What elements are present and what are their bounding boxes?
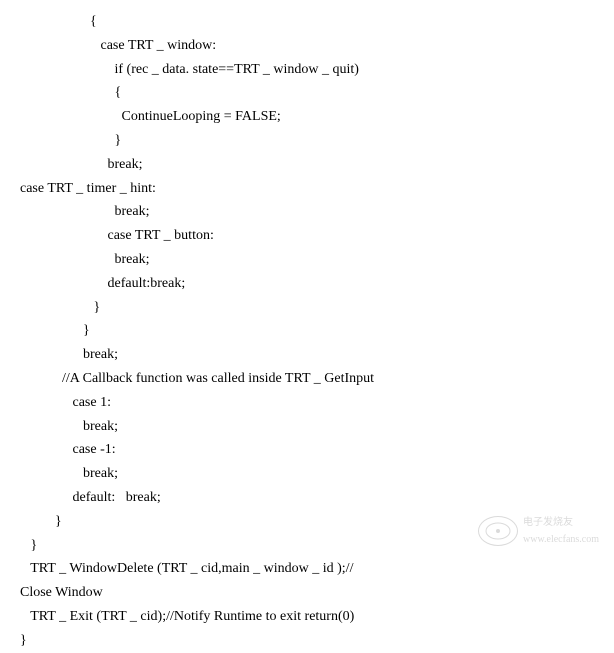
code-line: if (rec _ data. state==TRT _ window _ qu… — [20, 58, 594, 82]
code-line: break; — [20, 415, 594, 439]
code-line: case TRT _ timer _ hint: — [20, 177, 594, 201]
watermark-text: 电子发烧友 www.elecfans.com — [523, 514, 599, 548]
code-line: ContinueLooping = FALSE; — [20, 105, 594, 129]
code-line: break; — [20, 343, 594, 367]
watermark-line1: 电子发烧友 — [523, 514, 599, 531]
code-line: { — [20, 10, 594, 34]
code-line: break; — [20, 248, 594, 272]
code-line: case TRT _ button: — [20, 224, 594, 248]
code-line: TRT _ Exit (TRT _ cid);//Notify Runtime … — [20, 605, 594, 629]
code-line: } — [20, 629, 594, 653]
watermark-line2: www.elecfans.com — [523, 531, 599, 548]
code-line: } — [20, 319, 594, 343]
code-line: { — [20, 81, 594, 105]
code-block: { case TRT _ window: if (rec _ data. sta… — [20, 10, 594, 653]
code-line: default:break; — [20, 272, 594, 296]
code-line: case -1: — [20, 438, 594, 462]
code-line: case 1: — [20, 391, 594, 415]
watermark-logo-icon — [478, 516, 518, 546]
code-line: case TRT _ window: — [20, 34, 594, 58]
code-line: break; — [20, 200, 594, 224]
code-line: Close Window — [20, 581, 594, 605]
code-line: } — [20, 129, 594, 153]
code-line: default: break; — [20, 486, 594, 510]
code-line: //A Callback function was called inside … — [20, 367, 594, 391]
code-line: break; — [20, 153, 594, 177]
watermark: 电子发烧友 www.elecfans.com — [478, 514, 599, 548]
code-line: break; — [20, 462, 594, 486]
code-line: TRT _ WindowDelete (TRT _ cid,main _ win… — [20, 557, 594, 581]
code-line: } — [20, 296, 594, 320]
